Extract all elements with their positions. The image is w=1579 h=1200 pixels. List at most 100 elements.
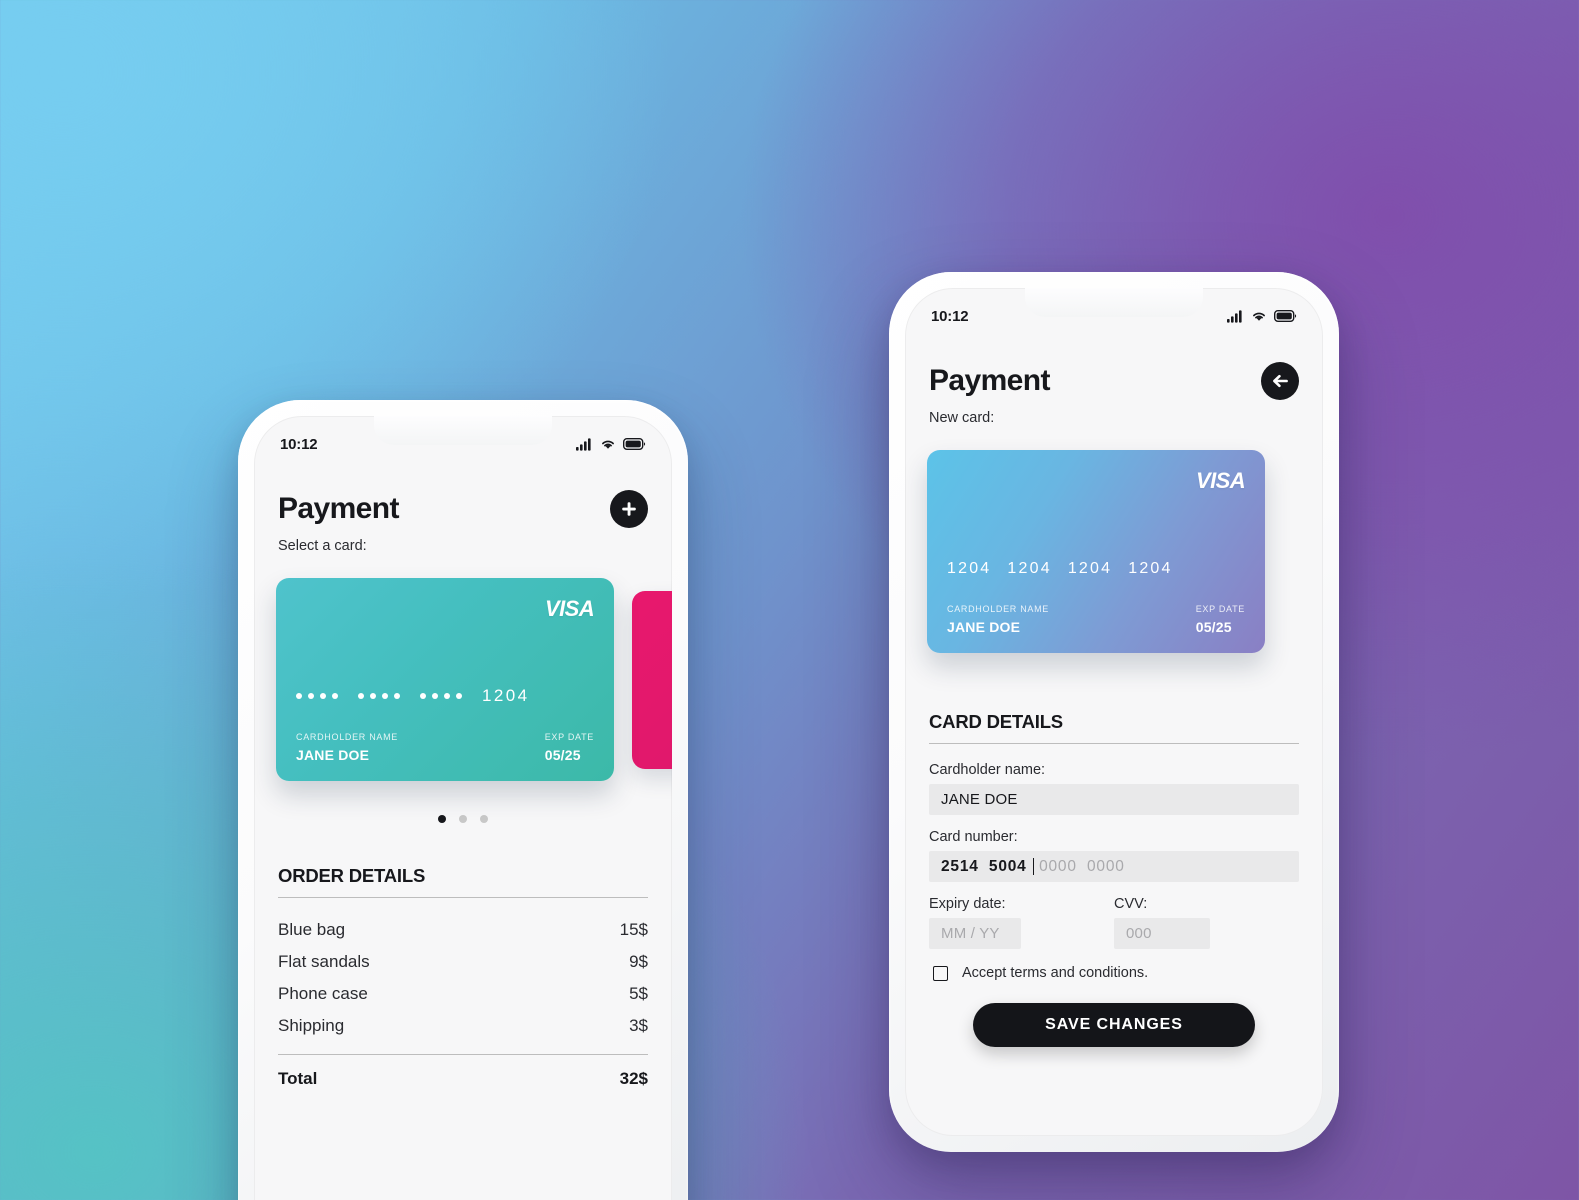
expiry-label: Expiry date:	[929, 896, 1006, 912]
cardholder-name-field-block: Cardholder name: JANE DOE	[929, 762, 1299, 815]
order-row: Blue bag 15$	[278, 914, 648, 946]
plus-icon	[622, 502, 636, 516]
expiry-block: EXP DATE 05/25	[545, 732, 594, 763]
card-digit-group-2: 1204	[1007, 560, 1052, 577]
card-digit-group-4: 1204	[482, 686, 530, 705]
card-carousel[interactable]: VISA 1204 CARDHOLDER NAME JANE DOE EXP D…	[276, 578, 672, 783]
status-time: 10:12	[280, 435, 318, 453]
text-cursor-icon	[1032, 858, 1035, 875]
header-right: Payment	[927, 362, 1301, 400]
order-row: Shipping 3$	[278, 1010, 648, 1042]
card-number-masked: 1204	[296, 686, 594, 706]
page-title: Payment	[929, 364, 1050, 397]
battery-icon	[623, 438, 646, 450]
header-left: Payment	[276, 490, 650, 528]
order-item-label: Blue bag	[278, 920, 346, 939]
phone-screen-right: 10:12 Payment New card: VISA 1204 1204 1…	[905, 288, 1323, 1136]
cardholder-value: JANE DOE	[296, 747, 370, 763]
order-item-label: Phone case	[278, 984, 368, 1003]
wifi-icon	[1253, 312, 1265, 321]
card-number-full: 1204 1204 1204 1204	[947, 560, 1245, 578]
cvv-input[interactable]: 000	[1114, 918, 1210, 949]
expiry-block: EXP DATE 05/25	[1196, 604, 1245, 635]
order-item-label: Shipping	[278, 1016, 345, 1035]
status-time: 10:12	[931, 307, 969, 325]
expiry-value: 05/25	[544, 747, 581, 763]
expiry-cvv-row: Expiry date: MM / YY CVV: 000	[929, 896, 1299, 949]
scene: 10:12 Payment Select a card: VISA 1204 C…	[0, 0, 1579, 1200]
order-item-price: 3$	[629, 1016, 648, 1035]
back-button[interactable]	[1261, 362, 1299, 400]
card-digit-group-4: 1204	[1128, 560, 1173, 577]
order-item-price: 5$	[629, 984, 648, 1003]
phone-screen-left: 10:12 Payment Select a card: VISA 1204 C…	[254, 416, 672, 1200]
card-digit-group-1	[296, 693, 338, 699]
order-item-label: Flat sandals	[278, 952, 370, 971]
phone-mockup-right: 10:12 Payment New card: VISA 1204 1204 1…	[889, 272, 1339, 1152]
pager-dot-1[interactable]	[438, 815, 446, 823]
cvv-label: CVV:	[1114, 896, 1148, 912]
pager-dot-2[interactable]	[459, 815, 467, 823]
status-bar-right: 10:12	[905, 288, 1323, 334]
accept-terms-label: Accept terms and conditions.	[962, 965, 1149, 981]
phone-mockup-left: 10:12 Payment Select a card: VISA 1204 C…	[238, 400, 688, 1200]
select-card-label: Select a card:	[278, 538, 367, 554]
accept-terms-checkbox[interactable]	[933, 965, 948, 981]
card-details-form: Cardholder name: JANE DOE Card number: 2…	[927, 762, 1301, 1047]
battery-icon	[1274, 310, 1297, 322]
expiry-input[interactable]: MM / YY	[929, 918, 1021, 949]
credit-card-blue: VISA 1204 1204 1204 1204 CARDHOLDER NAME…	[927, 450, 1265, 653]
card-details-title: CARD DETAILS	[929, 711, 1063, 732]
status-icons	[1227, 309, 1297, 323]
carousel-pager[interactable]	[276, 815, 650, 823]
card-digit-group-1: 1204	[947, 560, 992, 577]
order-details-title: ORDER DETAILS	[278, 865, 426, 886]
order-details-header: ORDER DETAILS	[276, 865, 650, 898]
new-card-preview: VISA 1204 1204 1204 1204 CARDHOLDER NAME…	[927, 450, 1301, 655]
expiry-field-block: Expiry date: MM / YY	[929, 896, 1114, 949]
status-bar-left: 10:12	[254, 416, 672, 462]
add-card-button[interactable]	[610, 490, 648, 528]
order-item-price: 9$	[629, 952, 648, 971]
card-number-field-block: Card number: 2514 5004 0000 0000	[929, 829, 1299, 882]
order-row: Flat sandals 9$	[278, 946, 648, 978]
signal-bars-icon	[576, 437, 591, 451]
order-list: Blue bag 15$ Flat sandals 9$ Phone case …	[276, 914, 650, 1089]
page-title: Payment	[278, 492, 399, 525]
card-number-label: Card number:	[929, 829, 1018, 845]
back-arrow-icon	[1273, 374, 1288, 388]
terms-row: Accept terms and conditions.	[929, 965, 1299, 981]
new-card-label: New card:	[929, 410, 995, 426]
cardholder-label: CARDHOLDER NAME	[947, 604, 1050, 614]
credit-card-pink[interactable]	[632, 591, 672, 769]
pager-dot-3[interactable]	[480, 815, 488, 823]
expiry-label: EXP DATE	[1195, 604, 1245, 614]
order-item-price: 15$	[619, 920, 648, 939]
divider	[929, 743, 1299, 744]
card-footer: CARDHOLDER NAME JANE DOE EXP DATE 05/25	[947, 604, 1245, 635]
card-number-input[interactable]: 2514 5004 0000 0000	[929, 851, 1299, 882]
cardholder-name-label: Cardholder name:	[929, 762, 1046, 778]
cardholder-value: JANE DOE	[947, 619, 1021, 635]
save-changes-button[interactable]: SAVE CHANGES	[973, 1003, 1255, 1047]
cardholder-name-input[interactable]: JANE DOE	[929, 784, 1299, 815]
card-footer: CARDHOLDER NAME JANE DOE EXP DATE 05/25	[296, 732, 594, 763]
card-number-placeholder: 0000 0000	[1039, 857, 1125, 875]
status-icons	[576, 437, 646, 451]
visa-logo-icon: VISA	[1196, 468, 1246, 493]
card-details-header: CARD DETAILS	[927, 711, 1301, 744]
cardholder-block: CARDHOLDER NAME JANE DOE	[296, 732, 398, 763]
order-total-value: 32$	[619, 1069, 648, 1088]
screen-content-right: Payment New card: VISA 1204 1204 1204 12…	[905, 334, 1323, 1136]
card-digit-group-2	[358, 693, 400, 699]
signal-bars-icon	[1227, 309, 1242, 323]
divider	[278, 897, 648, 898]
wifi-icon	[602, 440, 614, 449]
cvv-field-block: CVV: 000	[1114, 896, 1299, 949]
visa-logo-icon: VISA	[545, 596, 595, 621]
cardholder-block: CARDHOLDER NAME JANE DOE	[947, 604, 1049, 635]
screen-content-left: Payment Select a card: VISA 1204 CARDHOL…	[254, 462, 672, 1200]
credit-card-teal[interactable]: VISA 1204 CARDHOLDER NAME JANE DOE EXP D…	[276, 578, 614, 781]
card-digit-group-3	[420, 693, 462, 699]
card-number-typed-value: 2514 5004	[941, 857, 1027, 875]
